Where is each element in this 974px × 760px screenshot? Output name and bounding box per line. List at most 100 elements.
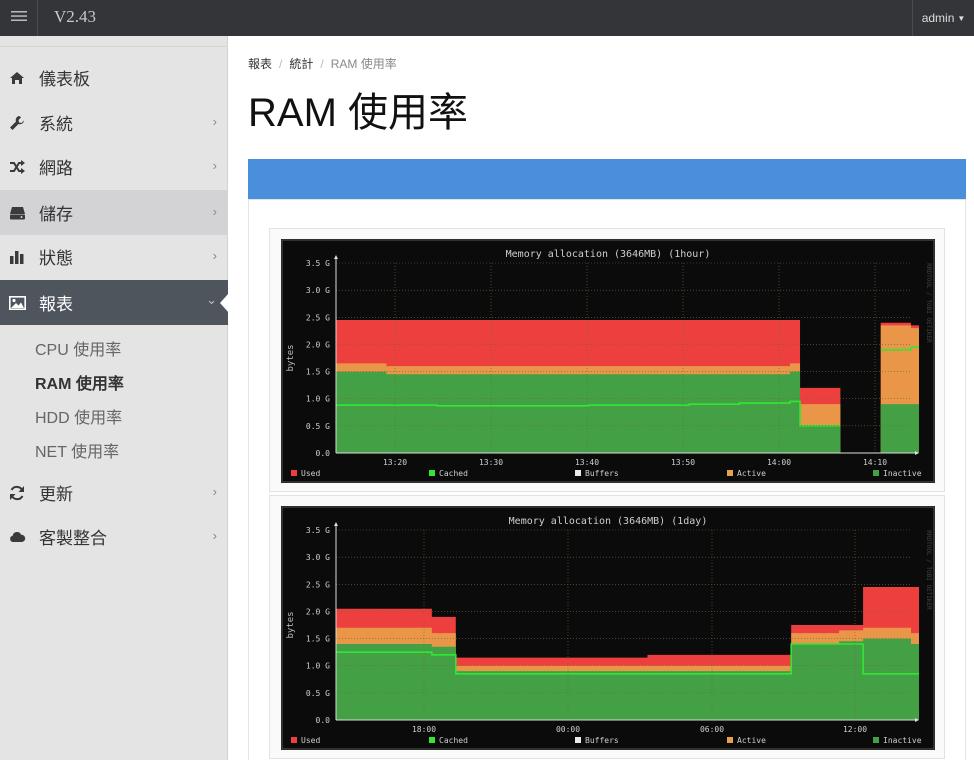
legend-swatch [291, 470, 297, 476]
page-title: RAM 使用率 [248, 91, 468, 135]
home-icon [8, 71, 26, 85]
legend-label: Used [301, 469, 320, 478]
sidebar-divider [0, 46, 228, 47]
shuffle-icon [8, 159, 26, 174]
x-tick-label: 00:00 [556, 725, 580, 734]
chart-title: Memory allocation (3646MB) (1hour) [506, 249, 711, 260]
sidebar-item-label: 系統 [39, 115, 73, 134]
chevron-right-icon: › [212, 528, 217, 543]
legend-label: Active [737, 469, 766, 478]
sidebar-item-storage[interactable]: 儲存 › [0, 190, 228, 235]
x-tick-label: 13:50 [671, 458, 695, 467]
sidebar-item-label: 儀表板 [39, 70, 90, 89]
legend-label: Cached [439, 469, 468, 478]
chart-card-day: Memory allocation (3646MB) (1day) bytes RR… [269, 495, 945, 759]
legend-label: Active [737, 736, 766, 745]
x-tick-label: 06:00 [700, 725, 724, 734]
chevron-right-icon: › [212, 248, 217, 263]
chevron-right-icon: › [212, 158, 217, 173]
user-menu[interactable]: admin ▼ [912, 0, 974, 36]
sidebar-item-label: 儲存 [39, 205, 73, 224]
y-axis-label: bytes [286, 344, 296, 371]
chevron-right-icon: › [212, 204, 217, 219]
y-tick-label: 2.5 G [306, 313, 330, 322]
legend-swatch [429, 470, 435, 476]
legend-swatch [873, 470, 879, 476]
image-icon [8, 295, 26, 310]
chart-card-hour: Memory allocation (3646MB) (1hour) bytes R… [269, 228, 945, 492]
legend-label: Used [301, 736, 320, 745]
breadcrumb-item[interactable]: 報表 [248, 57, 272, 71]
chevron-right-icon: › [212, 484, 217, 499]
legend-label: Buffers [585, 736, 619, 745]
top-bar: V2.43 admin ▼ [0, 0, 974, 36]
hdd-icon [8, 206, 26, 220]
submenu-item-net[interactable]: NET 使用率 [35, 438, 119, 462]
sidebar-item-reports[interactable]: 報表 ⌄ [0, 280, 229, 325]
submenu-item-cpu[interactable]: CPU 使用率 [35, 336, 121, 360]
y-tick-label: 2.5 G [306, 580, 330, 589]
submenu-item-ram[interactable]: RAM 使用率 [35, 370, 124, 394]
sidebar-item-network[interactable]: 網路 › [0, 144, 228, 189]
main-content: 報表 / 統計 / RAM 使用率 RAM 使用率 Memory allocation … [228, 36, 974, 760]
y-tick-label: 2.0 G [306, 340, 330, 349]
panel-header [248, 159, 966, 199]
sidebar-item-status[interactable]: 狀態 › [0, 234, 228, 279]
caret-down-icon: ▼ [957, 13, 966, 23]
chevron-down-icon: ⌄ [206, 292, 217, 307]
y-tick-label: 0.5 G [306, 689, 330, 698]
x-tick-label: 14:10 [863, 458, 887, 467]
y-tick-label: 1.0 G [306, 662, 330, 671]
legend-swatch [873, 737, 879, 743]
x-tick-label: 13:30 [479, 458, 503, 467]
user-name: admin [921, 11, 955, 25]
area-inactive [880, 404, 919, 453]
legend-label: Inactive [883, 469, 922, 478]
sidebar-item-update[interactable]: 更新 › [0, 470, 228, 515]
legend-swatch [575, 470, 581, 476]
sidebar-item-integration[interactable]: 客製整合 › [0, 514, 228, 559]
chart-watermark: RRDTOOL / TOBI OETIKER [925, 263, 932, 343]
refresh-icon [8, 485, 26, 501]
y-tick-label: 0.0 [316, 716, 331, 725]
y-tick-label: 3.0 G [306, 286, 330, 295]
y-tick-label: 3.5 G [306, 259, 330, 268]
x-tick-label: 12:00 [843, 725, 867, 734]
memory-chart-hour: Memory allocation (3646MB) (1hour) bytes R… [281, 239, 935, 483]
y-axis-label: bytes [286, 611, 296, 638]
cloud-icon [8, 531, 26, 543]
legend-swatch [727, 470, 733, 476]
version-label: V2.43 [54, 7, 97, 26]
sidebar-item-label: 狀態 [39, 249, 73, 268]
legend-swatch [291, 737, 297, 743]
y-tick-label: 3.0 G [306, 553, 330, 562]
y-tick-label: 0.0 [316, 449, 331, 458]
sidebar-item-label: 網路 [39, 159, 73, 178]
y-tick-label: 1.0 G [306, 395, 330, 404]
y-tick-label: 1.5 G [306, 368, 330, 377]
chart-panel: Memory allocation (3646MB) (1hour) bytes R… [248, 199, 966, 760]
sidebar-item-label: 更新 [39, 485, 73, 504]
chart-watermark: RRDTOOL / TOBI OETIKER [925, 530, 932, 610]
y-tick-label: 3.5 G [306, 526, 330, 535]
sidebar-item-dashboard[interactable]: 儀表板 [0, 55, 228, 100]
breadcrumb-current: RAM 使用率 [330, 57, 397, 71]
legend-swatch [727, 737, 733, 743]
breadcrumb-item[interactable]: 統計 [289, 57, 313, 71]
sidebar-item-label: 客製整合 [39, 529, 107, 548]
memory-chart-day: Memory allocation (3646MB) (1day) bytes RR… [281, 506, 935, 750]
hamburger-icon [10, 9, 27, 27]
bar-chart-icon [8, 250, 26, 264]
submenu-item-hdd[interactable]: HDD 使用率 [35, 404, 122, 428]
y-tick-label: 0.5 G [306, 422, 330, 431]
sidebar: 儀表板 系統 › 網路 › 儲存 › 狀態 › 報表 ⌄ CPU 使用率 RAM… [0, 36, 229, 760]
area-inactive [336, 371, 841, 453]
breadcrumb: 報表 / 統計 / RAM 使用率 [248, 57, 397, 71]
wrench-icon [8, 115, 26, 131]
legend-label: Buffers [585, 469, 619, 478]
menu-toggle-button[interactable] [0, 0, 38, 36]
sidebar-item-system[interactable]: 系統 › [0, 100, 228, 145]
y-tick-label: 1.5 G [306, 635, 330, 644]
chart-title: Memory allocation (3646MB) (1day) [509, 516, 708, 527]
chevron-right-icon: › [212, 114, 217, 129]
